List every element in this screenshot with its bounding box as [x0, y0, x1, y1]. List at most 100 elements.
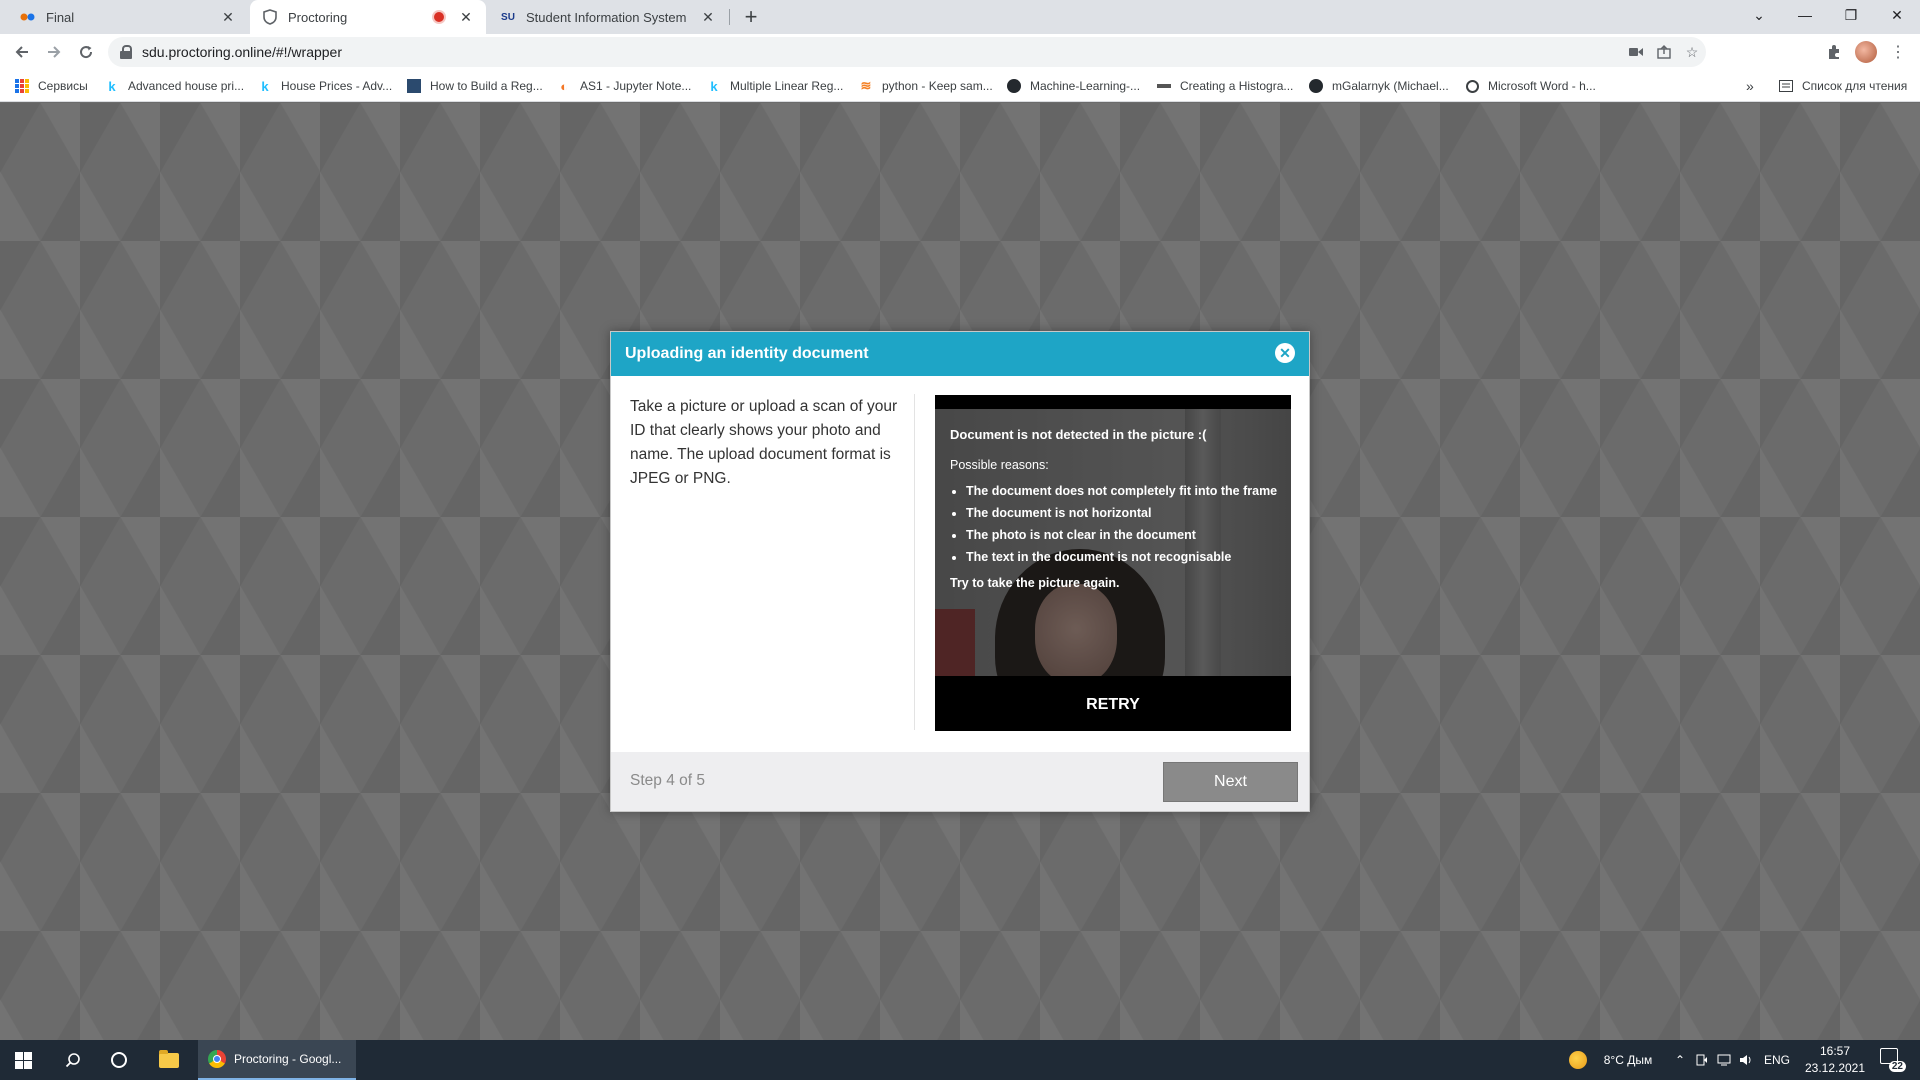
reason-item: The text in the document is not recognis…	[966, 550, 1280, 564]
bookmark-label: How to Build a Reg...	[430, 79, 543, 93]
reasons-label: Possible reasons:	[950, 458, 1049, 472]
try-again-text: Try to take the picture again.	[950, 576, 1120, 590]
tab-student-information-system[interactable]: SU Student Information System ✕	[488, 0, 728, 34]
tab-search-icon[interactable]: ⌄	[1736, 0, 1782, 30]
reasons-list: The document does not completely fit int…	[966, 484, 1280, 564]
bookmark-apps[interactable]: Сервисы	[14, 70, 88, 102]
upload-instructions: Take a picture or upload a scan of your …	[630, 398, 898, 487]
forward-arrow-icon	[48, 46, 61, 58]
address-bar[interactable]: sdu.proctoring.online/#!/wrapper ☆	[108, 37, 1706, 67]
kaggle-icon: k	[261, 78, 269, 94]
bookmarks-bar: Сервисы k Advanced house pri... k House …	[0, 70, 1920, 102]
site-icon	[406, 78, 422, 94]
colab-icon	[20, 9, 36, 25]
volume-icon[interactable]	[1736, 1040, 1756, 1080]
weather-icon[interactable]	[1566, 1040, 1590, 1080]
bookmark-item[interactable]: Creating a Histogra...	[1156, 70, 1293, 102]
bookmark-item[interactable]: ≋ python - Keep sam...	[858, 70, 993, 102]
reading-list-button[interactable]: Список для чтения	[1778, 70, 1907, 102]
windows-logo-icon	[14, 1051, 32, 1069]
network-icon[interactable]	[1714, 1040, 1734, 1080]
back-button[interactable]	[8, 38, 36, 66]
forward-button[interactable]	[40, 38, 68, 66]
lock-icon	[120, 45, 132, 59]
bookmark-label: Advanced house pri...	[128, 79, 245, 93]
bookmark-label: Multiple Linear Reg...	[730, 79, 844, 93]
bookmark-label: Microsoft Word - h...	[1488, 79, 1596, 93]
cortana-icon[interactable]	[96, 1040, 142, 1080]
modal-header: Uploading an identity document ✕	[611, 332, 1309, 376]
taskbar-chrome-app[interactable]: Proctoring - Googl...	[198, 1040, 356, 1080]
reload-button[interactable]	[72, 38, 100, 66]
new-tab-button[interactable]: +	[738, 4, 764, 30]
bookmark-label: Сервисы	[38, 79, 88, 93]
reason-item: The document is not horizontal	[966, 506, 1280, 520]
sdu-icon: SU	[501, 11, 515, 23]
search-icon[interactable]	[50, 1040, 96, 1080]
bookmark-star-icon[interactable]: ☆	[1678, 37, 1706, 67]
overflow-label: »	[1746, 78, 1754, 94]
tab-title: Proctoring	[288, 9, 348, 25]
show-hidden-icons-icon[interactable]: ⌃	[1670, 1040, 1690, 1080]
taskbar-app-label: Proctoring - Googl...	[234, 1052, 342, 1066]
bookmarks-overflow-button[interactable]: »	[1746, 70, 1754, 102]
chrome-icon	[208, 1050, 226, 1068]
browser-toolbar: sdu.proctoring.online/#!/wrapper ☆ ⋮	[0, 34, 1920, 70]
site-icon	[1156, 78, 1172, 94]
bookmark-item[interactable]: mGalarnyk (Michael...	[1308, 70, 1449, 102]
modal-footer: Step 4 of 5 Next	[611, 752, 1309, 811]
notification-center-icon[interactable]: 22	[1880, 1048, 1906, 1072]
tab-close-icon[interactable]: ✕	[220, 9, 236, 25]
start-button[interactable]	[0, 1040, 46, 1080]
webcam-frame: Document is not detected in the picture …	[935, 409, 1291, 676]
tab-separator	[729, 9, 730, 25]
reason-item: The photo is not clear in the document	[966, 528, 1280, 542]
camera-preview: Document is not detected in the picture …	[935, 395, 1291, 731]
bookmark-item[interactable]: ◐ AS1 - Jupyter Note...	[556, 70, 691, 102]
windows-taskbar: Proctoring - Googl... 8°C Дым ⌃ ENG 16:5…	[0, 1040, 1920, 1080]
restore-button[interactable]: ❐	[1828, 0, 1874, 30]
bookmark-item[interactable]: How to Build a Reg...	[406, 70, 543, 102]
modal-title: Uploading an identity document	[625, 345, 869, 362]
tab-close-icon[interactable]: ✕	[458, 9, 474, 25]
weather-widget[interactable]: 8°C Дым	[1596, 1040, 1660, 1080]
bookmark-item[interactable]: Microsoft Word - h...	[1464, 70, 1596, 102]
system-clock[interactable]: 16:57 23.12.2021	[1800, 1043, 1870, 1077]
error-title: Document is not detected in the picture …	[950, 427, 1207, 442]
stackoverflow-icon: ≋	[860, 78, 872, 93]
tab-strip: Final ✕ Proctoring ✕ SU Student Informat…	[0, 0, 1920, 34]
next-button[interactable]: Next	[1163, 762, 1298, 802]
shield-icon	[262, 9, 278, 25]
notification-count: 22	[1888, 1061, 1906, 1072]
kaggle-icon: k	[710, 78, 718, 94]
camera-in-use-icon[interactable]	[1622, 37, 1650, 67]
identity-upload-modal: Uploading an identity document ✕ Take a …	[610, 331, 1310, 812]
bookmark-label: python - Keep sam...	[882, 79, 993, 93]
reason-item: The document does not completely fit int…	[966, 484, 1280, 498]
profile-avatar[interactable]	[1852, 38, 1880, 66]
language-indicator[interactable]: ENG	[1760, 1040, 1794, 1080]
url-text: sdu.proctoring.online/#!/wrapper	[142, 44, 343, 60]
minimize-button[interactable]: —	[1782, 0, 1828, 30]
reading-list-icon	[1778, 78, 1794, 94]
meet-now-icon[interactable]	[1692, 1040, 1712, 1080]
retry-button[interactable]: RETRY	[935, 685, 1291, 725]
extensions-icon[interactable]	[1820, 38, 1848, 66]
tab-close-icon[interactable]: ✕	[700, 9, 716, 25]
close-icon[interactable]: ✕	[1275, 343, 1295, 363]
bookmark-item[interactable]: Machine-Learning-...	[1006, 70, 1140, 102]
tab-title: Student Information System	[526, 9, 687, 25]
bookmark-item[interactable]: k Multiple Linear Reg...	[706, 70, 843, 102]
tab-final[interactable]: Final ✕	[8, 0, 248, 34]
tab-proctoring[interactable]: Proctoring ✕	[250, 0, 486, 34]
jupyter-icon: ◐	[560, 78, 568, 94]
share-icon[interactable]	[1650, 37, 1678, 67]
bookmark-label: House Prices - Adv...	[281, 79, 393, 93]
file-explorer-icon[interactable]	[146, 1040, 192, 1080]
bookmark-item[interactable]: k Advanced house pri...	[104, 70, 244, 102]
kaggle-icon: k	[108, 78, 116, 94]
bookmark-label: Machine-Learning-...	[1030, 79, 1141, 93]
close-window-button[interactable]: ✕	[1874, 0, 1920, 30]
bookmark-item[interactable]: k House Prices - Adv...	[257, 70, 392, 102]
browser-menu-icon[interactable]: ⋮	[1884, 38, 1912, 66]
